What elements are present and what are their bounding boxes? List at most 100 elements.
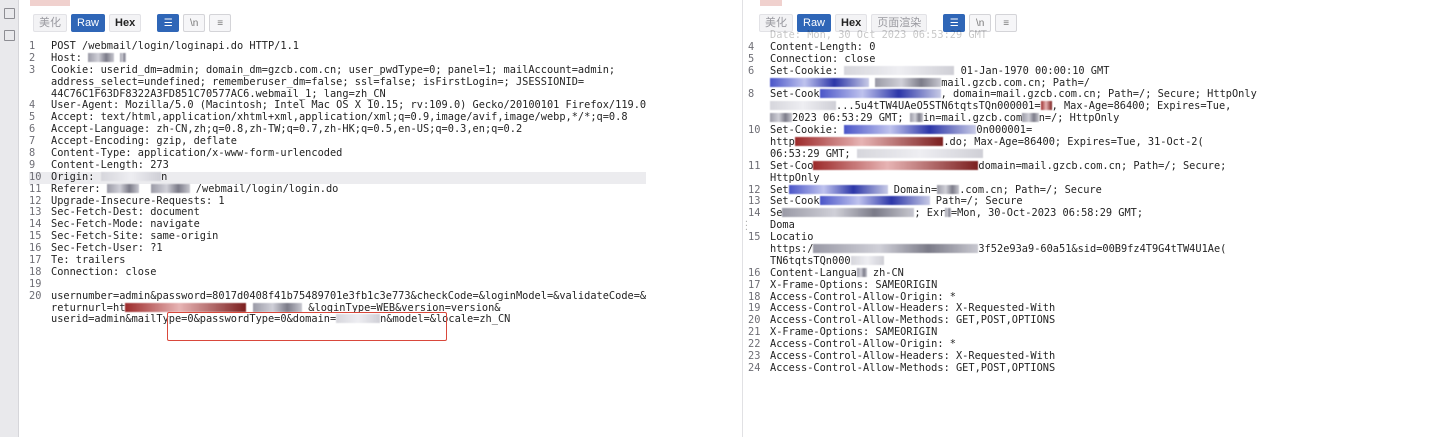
line-number: 14	[748, 207, 761, 220]
code-text: Date: Mon, 30 Oct 2023 06:53:29 GMT	[770, 29, 987, 41]
code-text: Sec-Fetch-Mode: navigate	[51, 218, 200, 231]
code-text: Access-Control-Allow-Headers: X-Requeste…	[770, 350, 1056, 363]
code-text: Set-Cook	[770, 88, 820, 101]
redacted-mosaic	[100, 171, 162, 181]
code-text: ; Exr	[914, 207, 946, 220]
menu-icon[interactable]: ≡	[209, 14, 232, 32]
line-number: 10	[748, 124, 761, 137]
code-text: Set	[770, 183, 789, 196]
code-text: HttpOnly	[770, 171, 820, 184]
line-number: 17	[748, 278, 761, 291]
redacted-mosaic	[151, 183, 190, 193]
code-text: .com.cn; Path=/; Secure	[959, 183, 1102, 196]
redacted-mosaic	[788, 184, 888, 194]
code-text: Connection: close	[770, 52, 876, 65]
redacted-mosaic	[794, 137, 944, 147]
redacted-mosaic	[119, 52, 127, 62]
code-text: X-Frame-Options: SAMEORIGIN	[770, 326, 938, 339]
newline-icon[interactable]: \n	[183, 14, 206, 32]
line-number: 11	[29, 182, 42, 195]
line-number: 5	[748, 52, 755, 65]
line-number: 11	[748, 159, 761, 172]
code-line: Doma	[748, 219, 1257, 232]
response-editor[interactable]: Date: Mon, 30 Oct 2023 06:53:29 GMT 4 Cont…	[748, 29, 1257, 375]
tab-hex[interactable]: Hex	[109, 14, 142, 32]
request-toolbar: 美化 Raw Hex ☰ \n ≡	[33, 14, 232, 32]
line-number: 2	[29, 51, 36, 64]
code-text: User-Agent: Mozilla/5.0 (Macintosh; Inte…	[51, 99, 647, 112]
code-text: Content-Langua	[770, 266, 857, 279]
code-text: Host:	[51, 51, 89, 64]
code-text: .do; Max-Age=86400; Expires=Tue, 31-Oct-…	[943, 136, 1204, 149]
code-text: Accept-Language: zh-CN,zh;q=0.8,zh-TW;q=…	[51, 123, 523, 136]
code-text: Access-Control-Allow-Origin: *	[770, 338, 956, 351]
line-number: 15	[748, 231, 761, 244]
code-text: Access-Control-Allow-Headers: X-Requeste…	[770, 302, 1056, 315]
redacted-mosaic	[106, 183, 139, 193]
code-text: Origin:	[51, 170, 101, 183]
line-number: 19	[29, 277, 42, 290]
redacted-mosaic	[782, 208, 915, 218]
line-number: 24	[748, 361, 761, 374]
code-text: Accept: text/html,application/xhtml+xml,…	[51, 111, 628, 124]
tab-0[interactable]: 美化	[33, 14, 67, 32]
code-text: 2023 06:53:29 GMT;	[792, 112, 910, 125]
redacted-mosaic	[844, 125, 977, 135]
code-text: Access-Control-Allow-Methods: GET,POST,O…	[770, 314, 1056, 327]
code-line: 18 Connection: close	[29, 265, 646, 279]
request-editor[interactable]: 1 POST /webmail/login/loginapi.do HTTP/1.…	[29, 40, 647, 326]
panel-icon[interactable]	[4, 8, 15, 19]
line-number: 16	[748, 266, 761, 279]
code-text: Sec-Fetch-User: ?1	[51, 242, 163, 255]
redacted-mosaic	[844, 65, 955, 75]
code-text: Doma	[770, 219, 795, 232]
redacted-mosaic	[945, 208, 951, 218]
code-text: n=/; HttpOnly	[1038, 112, 1120, 125]
redacted-mosaic	[819, 196, 930, 206]
password-highlight-box	[167, 312, 447, 341]
code-text: 44C76C1F63DF8322A3FD851C70577AC6.webmail…	[51, 87, 386, 100]
code-text: Accept-Encoding: gzip, deflate	[51, 135, 237, 148]
code-text: Referer:	[51, 182, 107, 195]
code-text: usernumber=admin&password=8017d0408f41b7…	[51, 289, 647, 302]
code-text: , Max-Age=86400; Expires=Tue,	[1051, 100, 1232, 113]
code-text: =Mon, 30-Oct-2023 06:58:29 GMT;	[950, 207, 1144, 220]
redacted-mosaic	[1040, 101, 1052, 111]
code-text: Te: trailers	[51, 254, 126, 267]
code-text: Set-Cookie:	[770, 124, 845, 137]
code-text: Connection: close	[51, 265, 157, 278]
redacted-mosaic	[770, 113, 792, 123]
code-text: Locatio	[770, 231, 814, 244]
tab-raw[interactable]: Raw	[71, 14, 106, 32]
code-line: 1 POST /webmail/login/loginapi.do HTTP/1.…	[29, 40, 646, 53]
code-text: in=mail.gzcb.com	[922, 112, 1023, 125]
line-number: 10	[29, 170, 42, 183]
code-text: POST /webmail/login/loginapi.do HTTP/1.1	[51, 40, 299, 52]
wrap-icon[interactable]: ☰	[157, 14, 180, 32]
code-text: Set-Cookie:	[770, 64, 845, 77]
response-pane: 美化 Raw Hex 页面渲染 ☰ \n ≡ Date: Mon, 30 Oct 2023 …	[742, 0, 1454, 437]
code-text: Domain=	[887, 183, 938, 196]
code-text: Path=/; Secure	[929, 195, 1023, 208]
code-text: 01-Jan-1970 00:00:10 GMT	[954, 64, 1110, 77]
redacted-mosaic	[937, 184, 960, 194]
redacted-mosaic	[1022, 113, 1039, 123]
redacted-mosaic	[88, 52, 114, 62]
line-number: 8	[748, 88, 755, 101]
code-text: /webmail/login/login.do	[189, 182, 339, 195]
code-line: 14 Se ; Exr =Mon, 30-Oct-2023 06:58:29 GMT;	[748, 207, 1257, 220]
request-pane: 美化 Raw Hex ☰ \n ≡ 1 POST /webmail/login/logina…	[19, 0, 742, 437]
redacted-mosaic	[819, 89, 941, 99]
line-number: 4	[748, 40, 755, 53]
code-text: 06:53:29 GMT;	[770, 147, 857, 160]
code-text: Access-Control-Allow-Origin: *	[770, 290, 956, 303]
redacted-mosaic	[770, 77, 869, 87]
code-text: n	[161, 170, 168, 183]
line-number: 3	[29, 63, 36, 76]
code-text: Upgrade-Insecure-Requests: 1	[51, 194, 225, 207]
code-text: https:/	[770, 243, 814, 256]
code-text: TN6tqtsTQn000	[770, 254, 851, 267]
file-icon[interactable]	[4, 30, 15, 41]
code-text: ...5u4tTW4UAeO5STN6tqtsTQn000001=	[836, 100, 1041, 113]
